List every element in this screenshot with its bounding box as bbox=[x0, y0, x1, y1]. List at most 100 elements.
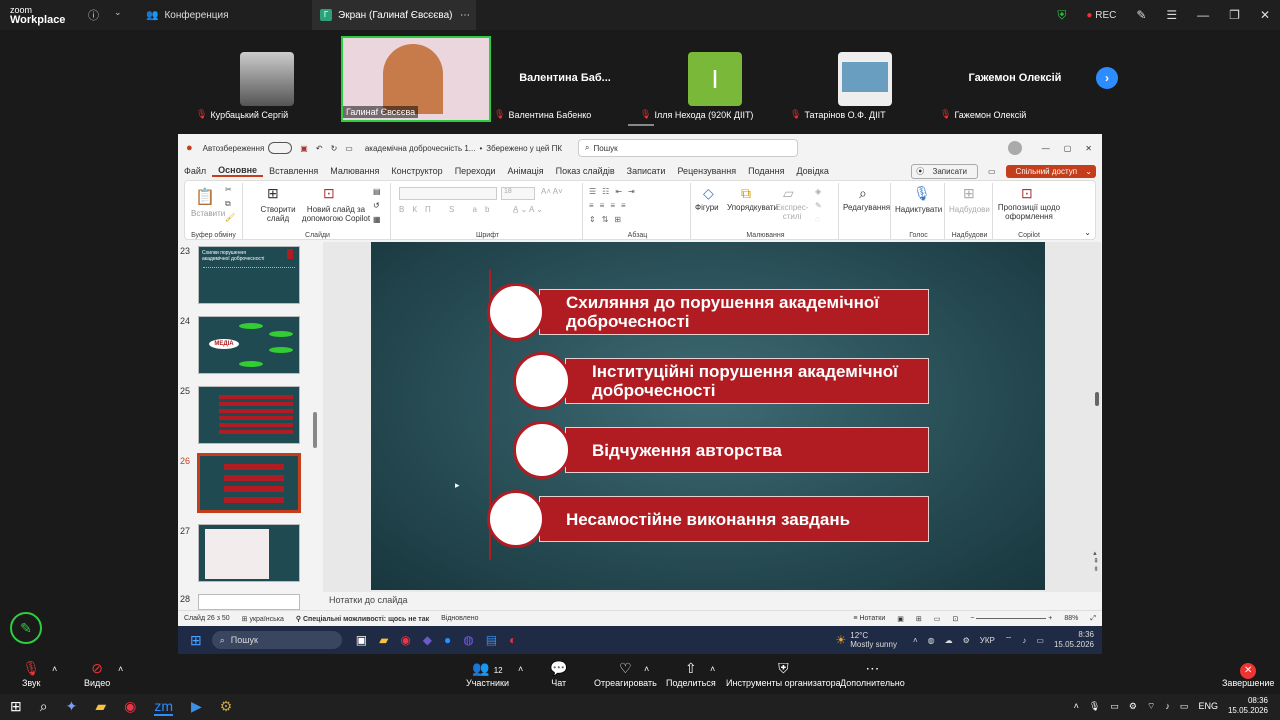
tray-arrow-icon[interactable]: ˄ bbox=[913, 636, 918, 645]
tab-home[interactable]: Основне bbox=[212, 165, 264, 177]
format-painter-icon[interactable]: 🖌 bbox=[225, 213, 235, 222]
copy-icon[interactable]: ⧉ bbox=[225, 199, 231, 209]
paste-button[interactable]: Вставити bbox=[191, 209, 225, 218]
participant-tile-active[interactable]: Галинаf Євсєєва bbox=[341, 36, 491, 122]
slide-thumbnail-active[interactable] bbox=[197, 453, 301, 513]
network-icon[interactable]: ⌔ bbox=[1147, 701, 1155, 712]
task-view-icon[interactable]: ▣ bbox=[356, 633, 367, 647]
tray-app-icon[interactable]: ⚙ bbox=[963, 636, 970, 645]
participant-tile[interactable]: Валентина Баб... 🎙 Валентина Бабенко bbox=[490, 36, 640, 122]
restore-icon[interactable]: ▢ bbox=[1064, 144, 1072, 153]
copilot-slide-button[interactable]: Новий слайд за допомогою Copilot bbox=[301, 205, 371, 223]
search-icon[interactable]: ⌕ bbox=[40, 698, 48, 716]
restore-icon[interactable]: ❐ bbox=[1229, 8, 1240, 22]
normal-view-icon[interactable]: ▣ bbox=[897, 615, 904, 623]
share-options-chevron[interactable]: ˄ bbox=[710, 664, 715, 674]
sorter-view-icon[interactable]: ⊞ bbox=[916, 615, 922, 623]
chevron-down-icon[interactable]: ⌄ bbox=[114, 7, 122, 18]
create-slide-button[interactable]: Створити слайд bbox=[253, 205, 303, 223]
file-explorer-icon[interactable]: ▰ bbox=[95, 698, 106, 716]
participant-tile[interactable]: 🎙 Курбацький Сергій bbox=[196, 36, 346, 122]
chat-button[interactable]: 💬 Чат bbox=[550, 658, 567, 688]
slide-thumbnail[interactable]: МЕДІА bbox=[198, 316, 300, 374]
outlook-icon[interactable]: ▤ bbox=[486, 633, 497, 647]
chrome-icon[interactable]: ◉ bbox=[124, 698, 136, 716]
font-color-icon[interactable]: A̲ ⌄ A ⌄ bbox=[513, 205, 543, 214]
zoom-icon[interactable]: zm bbox=[154, 698, 173, 716]
direction-icons[interactable]: ⇕⇅⊞ bbox=[589, 215, 627, 224]
designer-button[interactable]: Пропозиції щодо оформлення bbox=[997, 203, 1061, 221]
tab-conference[interactable]: 👥 Конференция bbox=[140, 0, 310, 30]
tab-help[interactable]: Довідка bbox=[790, 166, 834, 176]
current-slide[interactable]: Схиляння до порушення академічної доброч… bbox=[371, 242, 1045, 590]
network-icon[interactable]: ⌔ bbox=[1005, 635, 1013, 645]
tab-transitions[interactable]: Переходи bbox=[449, 166, 502, 176]
thumbnail-scrollbar[interactable] bbox=[313, 412, 317, 448]
taskbar-clock[interactable]: 08:36 15.05.2026 bbox=[1228, 696, 1268, 716]
share-button[interactable]: Спільний доступ ⌄ bbox=[1005, 164, 1096, 178]
tray-app-icon[interactable]: ◍ bbox=[928, 636, 935, 645]
strip-resize-handle[interactable] bbox=[628, 124, 654, 126]
tab-review[interactable]: Рецензування bbox=[671, 166, 742, 176]
rec-indicator[interactable]: ● REC bbox=[1086, 10, 1116, 21]
dictate-button[interactable]: Надиктувати bbox=[895, 205, 942, 214]
tray-app-icon[interactable]: ▭ bbox=[1110, 701, 1119, 712]
fit-slide-icon[interactable]: ⤢ bbox=[1090, 615, 1096, 623]
viber-icon[interactable]: ◍ bbox=[463, 633, 473, 647]
end-button[interactable]: ✕ Завершение bbox=[1222, 658, 1274, 688]
host-tools-button[interactable]: ⛨ Инструменты организатора bbox=[726, 658, 841, 688]
minimize-icon[interactable]: — bbox=[1197, 8, 1209, 22]
more-button[interactable]: ⋯ Дополнительно bbox=[840, 658, 905, 688]
language-indicator[interactable]: УКР bbox=[980, 636, 995, 645]
notes-pane[interactable]: Нотатки до слайда bbox=[323, 592, 1101, 610]
pen-icon[interactable]: ✎ bbox=[1136, 8, 1146, 22]
tab-file[interactable]: Файл bbox=[178, 166, 212, 176]
ribbon-collapse-icon[interactable]: ⌄ bbox=[1084, 228, 1091, 237]
file-explorer-icon[interactable]: ▰ bbox=[379, 633, 388, 647]
settings-icon[interactable]: ⚙ bbox=[220, 698, 233, 716]
tab-animations[interactable]: Анімація bbox=[501, 166, 549, 176]
cut-icon[interactable]: ✂ bbox=[225, 185, 232, 194]
video-button[interactable]: ⊘ Видео bbox=[84, 658, 110, 688]
weather-widget[interactable]: ☀ 12°C Mostly sunny bbox=[836, 631, 897, 649]
accessibility-indicator[interactable]: ⚲ Спеціальні можливості: щось не так bbox=[296, 615, 429, 623]
language-indicator[interactable]: ENG bbox=[1198, 701, 1218, 711]
close-icon[interactable]: ✕ bbox=[1260, 8, 1270, 22]
volume-icon[interactable]: ♪ bbox=[1022, 636, 1026, 645]
user-avatar[interactable] bbox=[1007, 141, 1022, 155]
tray-arrow-icon[interactable]: ˄ bbox=[1074, 701, 1079, 711]
zoom-slider[interactable]: − + bbox=[970, 615, 1052, 622]
tab-slideshow[interactable]: Показ слайдів bbox=[550, 166, 621, 176]
participant-tile[interactable]: 🎙 Татарінов О.Ф. ДІІТ bbox=[790, 36, 940, 122]
participant-tile[interactable]: Гажемон Олексій 🎙 Гажемон Олексій bbox=[940, 36, 1090, 122]
teams-icon[interactable]: ◆ bbox=[423, 633, 432, 647]
tab-record[interactable]: Записати bbox=[621, 166, 672, 176]
zoom-icon[interactable]: ● bbox=[444, 633, 451, 647]
battery-icon[interactable]: ▭ bbox=[1180, 701, 1189, 712]
list-icons[interactable]: ☰☷⇤⇥ bbox=[589, 187, 641, 196]
tray-app-icon[interactable]: ⚙ bbox=[1129, 701, 1137, 712]
react-options-chevron[interactable]: ˄ bbox=[644, 664, 649, 674]
redo-icon[interactable]: ↻ bbox=[331, 144, 338, 153]
font-format-icons[interactable]: ВКП S ab bbox=[399, 205, 497, 214]
tab-design[interactable]: Конструктор bbox=[385, 166, 448, 176]
undo-icon[interactable]: ↶ bbox=[316, 144, 323, 153]
media-icon[interactable]: ▶ bbox=[191, 698, 202, 716]
participant-tile[interactable]: І 🎙 Ілля Неходa (920К ДІІТ) bbox=[640, 36, 790, 122]
audio-options-chevron[interactable]: ˄ bbox=[52, 664, 57, 674]
taskbar-clock[interactable]: 8:36 15.05.2026 bbox=[1054, 630, 1094, 650]
windows-start-icon[interactable]: ⊞ bbox=[10, 698, 22, 716]
chrome-icon[interactable]: ◉ bbox=[400, 633, 410, 647]
tab-insert[interactable]: Вставлення bbox=[263, 166, 324, 176]
shapes-button[interactable]: Фігури bbox=[695, 203, 719, 212]
font-grow-icon[interactable]: A˄ A˅ bbox=[541, 187, 563, 196]
windows-start-icon[interactable]: ⊞ bbox=[190, 632, 202, 649]
tray-app-icon[interactable]: ☁ bbox=[945, 636, 953, 645]
language-indicator[interactable]: ⊞ українська bbox=[242, 615, 284, 623]
audio-button[interactable]: 🎙 Звук bbox=[22, 658, 40, 688]
participants-button[interactable]: 👥 12 Участники bbox=[466, 658, 509, 688]
slide-thumbnail[interactable] bbox=[198, 594, 300, 610]
annotate-button[interactable]: ✎ bbox=[10, 612, 42, 644]
font-size-select[interactable]: 18 bbox=[501, 187, 535, 200]
reading-view-icon[interactable]: ▭ bbox=[934, 615, 941, 623]
